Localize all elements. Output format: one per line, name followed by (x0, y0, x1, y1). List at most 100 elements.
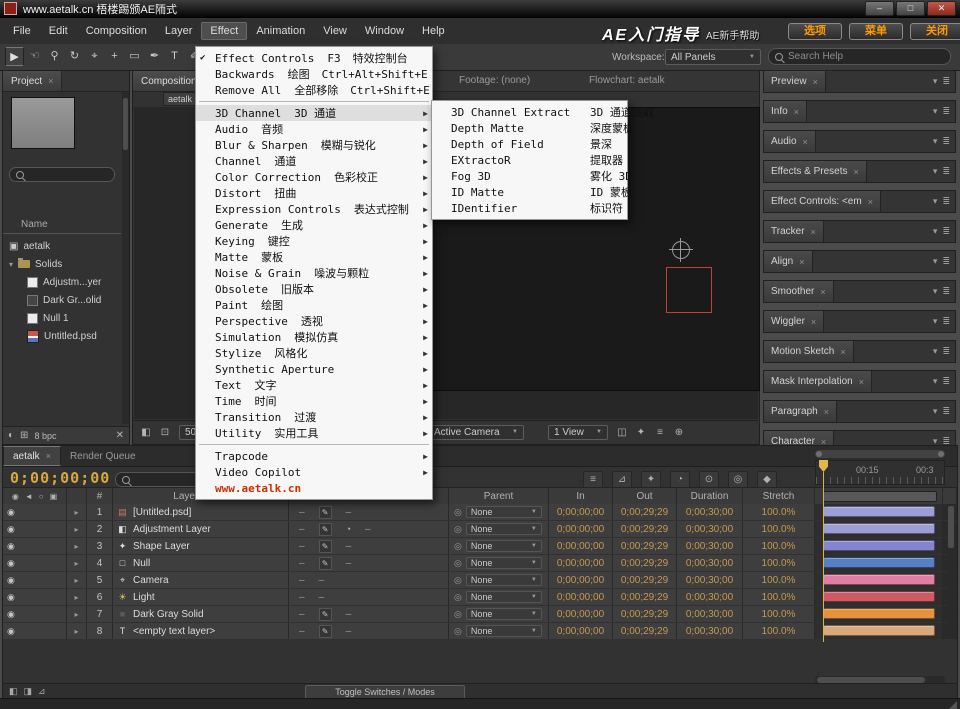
help-search-input[interactable]: Search Help (768, 48, 951, 65)
effect-menu-item-simulation[interactable]: Simulation模拟仿真▶ (196, 329, 432, 345)
eye-icon[interactable]: ◉ (7, 507, 15, 518)
hand-tool-icon[interactable]: ☜ (25, 47, 44, 66)
in-column-header[interactable]: In (549, 488, 613, 504)
submenu-item-id-matte[interactable]: ID MatteID 蒙板 (432, 184, 627, 200)
pickwhip-icon[interactable]: ◎ (454, 626, 462, 637)
view-layout-dropdown[interactable]: 1 View ▼ (548, 425, 608, 440)
layer-duration-value[interactable]: 0;00;30;00 (677, 589, 743, 605)
menu-file[interactable]: File (4, 22, 40, 40)
effect-menu-item-audio[interactable]: Audio音频▶ (196, 121, 432, 137)
pickwhip-icon[interactable]: ◎ (454, 507, 462, 518)
layer-in-value[interactable]: 0;00;00;00 (549, 504, 613, 520)
layer-row-6[interactable]: ◉▸6☀Light––◎None▼0;00;00;000;00;29;290;0… (3, 589, 957, 606)
effect-menu-item-trapcode[interactable]: Trapcode▶ (196, 448, 432, 464)
effect-menu-item-noise-grain[interactable]: Noise & Grain噪波与颗粒▶ (196, 265, 432, 281)
expand-in-out-pane-icon[interactable]: ◨ (24, 686, 33, 697)
menu-view[interactable]: View (314, 22, 356, 40)
panel-menu-icon[interactable]: ≣ (942, 286, 950, 297)
project-search-input[interactable] (9, 167, 115, 182)
project-tab[interactable]: Project × (3, 71, 62, 91)
panel-tab-effects-presets[interactable]: Effects & Presets× (764, 161, 867, 182)
panel-menu-icon[interactable]: ≣ (942, 106, 950, 117)
project-item-dark-gr-olid[interactable]: Dark Gr...olid (3, 291, 121, 309)
effect-menu-item-generate[interactable]: Generate生成▶ (196, 217, 432, 233)
time-navigator[interactable] (815, 450, 945, 458)
stretch-column-header[interactable]: Stretch (743, 488, 815, 504)
current-time-display[interactable]: 0;00;00;00 (10, 469, 110, 487)
close-icon[interactable]: × (854, 167, 859, 177)
menu-animation[interactable]: Animation (247, 22, 314, 40)
comp-flowchart-icon[interactable]: ⊕ (671, 425, 687, 440)
maximize-button[interactable]: □ (896, 1, 925, 16)
parent-select[interactable]: None▼ (466, 591, 542, 603)
adjustment-layer-switch-icon[interactable]: ◔ (346, 524, 351, 534)
pickwhip-icon[interactable]: ◎ (454, 609, 462, 620)
collapse-caret-icon[interactable]: ▾ (933, 106, 938, 117)
effect-menu-item-time[interactable]: Time时间▶ (196, 393, 432, 409)
layer-stretch-value[interactable]: 100.0% (743, 555, 815, 571)
pickwhip-icon[interactable]: ◎ (454, 541, 462, 552)
layer-duration-bar[interactable] (823, 625, 935, 636)
layer-duration-value[interactable]: 0;00;30;00 (677, 623, 743, 639)
eye-icon[interactable]: ◉ (7, 558, 15, 569)
layer-name-cell[interactable]: ⌖Camera (113, 572, 289, 588)
effect-menu-item-color-correction[interactable]: Color Correction色彩校正▶ (196, 169, 432, 185)
eye-icon[interactable]: ◉ (7, 541, 15, 552)
close-icon[interactable]: × (824, 407, 829, 417)
pencil-switch-icon[interactable]: ✎ (319, 540, 332, 553)
pencil-switch-icon[interactable]: ✎ (319, 625, 332, 638)
layer-row-3[interactable]: ◉▸3✦Shape Layer–✎–◎None▼0;00;00;000;00;2… (3, 538, 957, 555)
effect-menu-item-stylize[interactable]: Stylize风格化▶ (196, 345, 432, 361)
effect-menu-item-channel[interactable]: Channel通道▶ (196, 153, 432, 169)
pickwhip-icon[interactable]: ◎ (454, 558, 462, 569)
close-icon[interactable]: × (803, 137, 808, 147)
graph-editor-icon[interactable]: ⊿ (38, 686, 46, 697)
menu-effect[interactable]: Effect (201, 22, 247, 40)
layer-out-value[interactable]: 0;00;29;29 (613, 521, 677, 537)
out-column-header[interactable]: Out (613, 488, 677, 504)
close-icon[interactable]: × (859, 377, 864, 387)
effect-menu-item-backwards[interactable]: Backwards绘图Ctrl+Alt+Shift+E (196, 66, 432, 82)
project-scrollbar[interactable] (122, 92, 129, 424)
layer-out-value[interactable]: 0;00;29;29 (613, 623, 677, 639)
layer-out-value[interactable]: 0;00;29;29 (613, 538, 677, 554)
effect-menu-item-3d-channel[interactable]: 3D Channel3D 通道▶ (196, 105, 432, 121)
layer-name-cell[interactable]: □Null (113, 555, 289, 571)
layer-expander[interactable]: ▸ (67, 572, 87, 588)
layer-expander[interactable]: ▸ (67, 504, 87, 520)
effect-menu-item-synthetic-aperture[interactable]: Synthetic Aperture▶ (196, 361, 432, 377)
parent-select[interactable]: None▼ (466, 608, 542, 620)
collapse-caret-icon[interactable]: ▾ (933, 226, 938, 237)
pencil-switch-icon[interactable]: ✎ (319, 523, 332, 536)
close-help-button[interactable]: 关闭 (910, 23, 960, 40)
effect-menu-item-video-copilot[interactable]: Video Copilot▶ (196, 464, 432, 480)
layer-row-2[interactable]: ◉▸2◧Adjustment Layer–✎◔–◎None▼0;00;00;00… (3, 521, 957, 538)
trash-icon[interactable]: ✕ (116, 430, 124, 441)
panel-tab-mask-interpolation[interactable]: Mask Interpolation× (764, 371, 872, 392)
panel-tab-audio[interactable]: Audio× (764, 131, 816, 152)
submenu-item-fog-3d[interactable]: Fog 3D雾化 3D (432, 168, 627, 184)
layer-in-value[interactable]: 0;00;00;00 (549, 572, 613, 588)
resize-grip[interactable] (949, 701, 957, 709)
layer-row-8[interactable]: ◉▸8T<empty text layer>–✎–◎None▼0;00;00;0… (3, 623, 957, 640)
eye-icon[interactable]: ◉ (7, 626, 15, 637)
shape-outline[interactable] (666, 267, 712, 313)
menu-layer[interactable]: Layer (156, 22, 202, 40)
layer-name-cell[interactable]: T<empty text layer> (113, 623, 289, 639)
panel-menu-icon[interactable]: ≣ (942, 76, 950, 87)
panel-menu-icon[interactable]: ≣ (942, 346, 950, 357)
layer-out-value[interactable]: 0;00;29;29 (613, 606, 677, 622)
parent-select[interactable]: None▼ (466, 540, 542, 552)
collapse-caret-icon[interactable]: ▾ (933, 316, 938, 327)
flowchart-tab[interactable]: Flowchart: aetalk (581, 71, 673, 91)
submenu-item-extractor[interactable]: EXtractoR提取器 (432, 152, 627, 168)
layer-stretch-value[interactable]: 100.0% (743, 589, 815, 605)
panel-menu-icon[interactable]: ≣ (942, 316, 950, 327)
timeline-vertical-scrollbar[interactable] (947, 504, 955, 632)
layer-in-value[interactable]: 0;00;00;00 (549, 538, 613, 554)
effect-menu-item-distort[interactable]: Distort扭曲▶ (196, 185, 432, 201)
close-button[interactable]: ✕ (927, 1, 956, 16)
toggle-switches-modes-button[interactable]: Toggle Switches / Modes (305, 685, 465, 699)
collapse-caret-icon[interactable]: ▾ (933, 166, 938, 177)
timeline-tab-render-queue[interactable]: Render Queue (61, 446, 145, 466)
